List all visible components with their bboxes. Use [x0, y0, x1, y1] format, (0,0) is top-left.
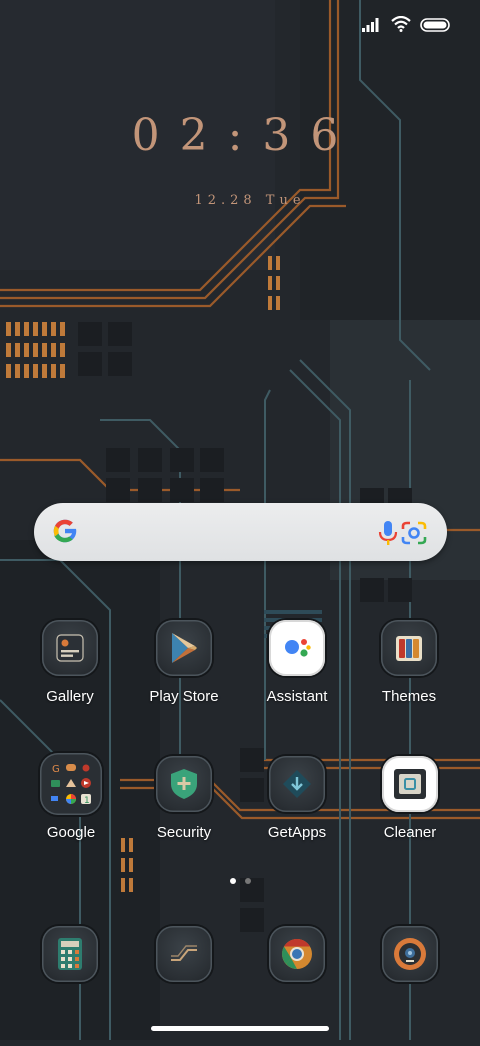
page-dot-2[interactable]	[244, 878, 251, 884]
app-google-folder[interactable]: G 1 Google	[16, 753, 126, 876]
dock-camera[interactable]	[355, 926, 465, 1046]
chrome-icon	[269, 926, 325, 982]
app-security[interactable]: Security	[129, 756, 239, 876]
app-label: Gallery	[46, 688, 94, 705]
finance-icon	[156, 926, 212, 982]
play-store-icon	[156, 620, 212, 676]
camera-icon	[382, 926, 438, 982]
google-g-icon	[50, 516, 80, 550]
calculator-icon	[42, 926, 98, 982]
app-label: Play Store	[149, 688, 219, 705]
app-label: Themes	[381, 688, 437, 705]
clock-date[interactable]: 12.28 Tue	[0, 193, 480, 208]
svg-text:G: G	[52, 764, 60, 775]
app-cleaner[interactable]: Cleaner	[355, 756, 465, 876]
app-getapps[interactable]: GetApps	[242, 756, 352, 876]
app-label: Security	[156, 824, 212, 841]
signal-icon	[362, 17, 382, 36]
cleaner-icon	[382, 756, 438, 812]
status-bar	[362, 14, 450, 38]
app-label: Google	[46, 824, 96, 841]
app-assistant[interactable]: Assistant	[242, 620, 352, 740]
google-folder-icon: G 1	[40, 753, 102, 815]
google-search-bar[interactable]	[34, 503, 447, 561]
app-label: Cleaner	[383, 824, 437, 841]
home-gesture-bar[interactable]	[151, 1026, 329, 1031]
page-dot-1[interactable]	[229, 878, 236, 884]
app-gallery[interactable]: Gallery	[15, 620, 125, 740]
microphone-icon[interactable]	[376, 519, 400, 551]
assistant-icon	[269, 620, 325, 676]
page-indicator	[0, 878, 480, 884]
security-icon	[156, 756, 212, 812]
dock-calculator[interactable]	[15, 926, 125, 1046]
google-lens-icon[interactable]	[400, 519, 428, 551]
battery-icon	[420, 17, 450, 36]
wifi-icon	[391, 15, 411, 36]
svg-text:1: 1	[84, 796, 90, 806]
app-themes[interactable]: Themes	[354, 620, 464, 740]
app-play-store[interactable]: Play Store	[129, 620, 239, 740]
gallery-icon	[42, 620, 98, 676]
clock-time[interactable]: 02:36	[0, 110, 480, 161]
themes-icon	[381, 620, 437, 676]
app-label: Assistant	[266, 688, 328, 705]
getapps-icon	[269, 756, 325, 812]
app-label: GetApps	[267, 824, 327, 841]
